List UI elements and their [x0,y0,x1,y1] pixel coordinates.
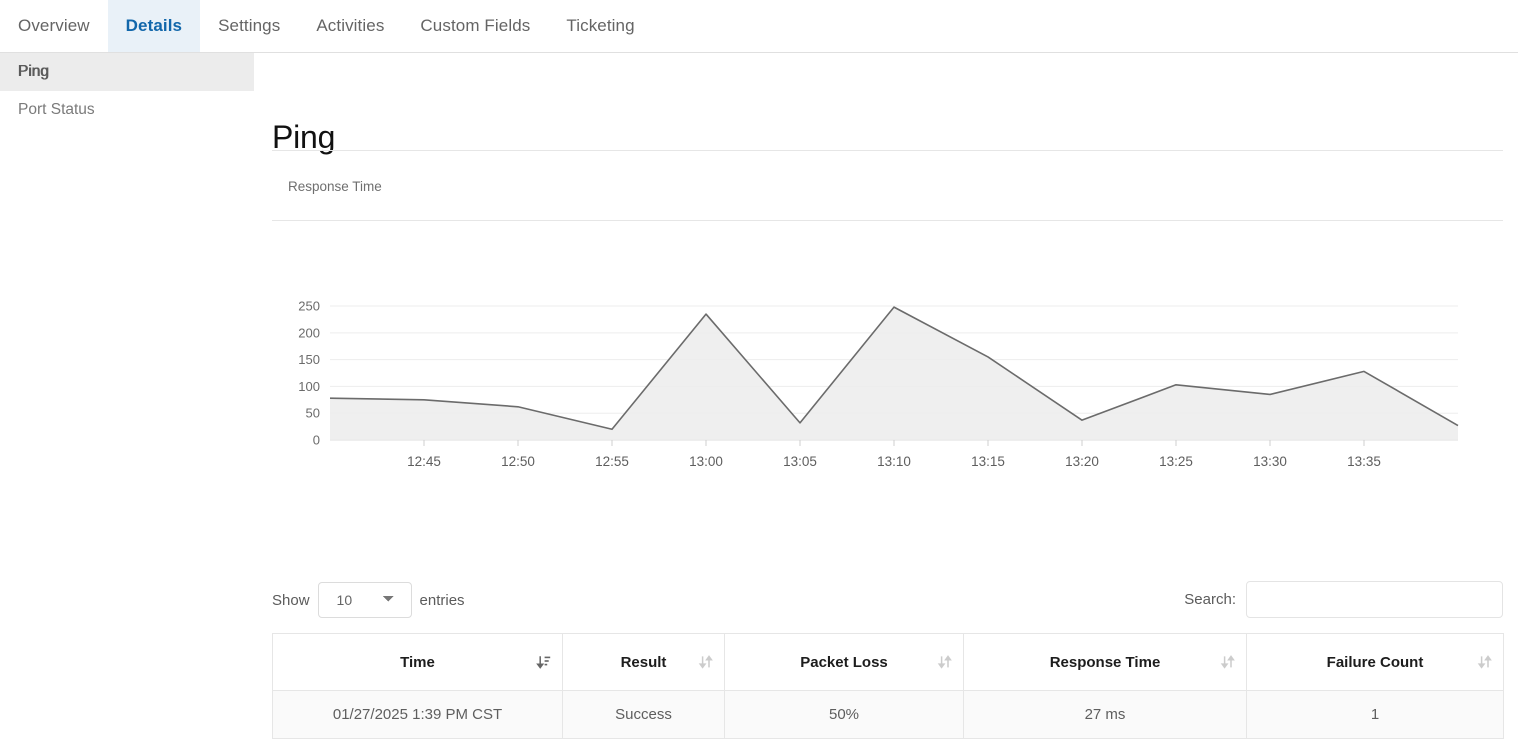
secondary-sidebar: Ping Port Status [0,53,254,746]
chart-x-tick-label: 13:10 [877,454,911,469]
chart-x-tick-label: 12:45 [407,454,441,469]
cell-packet-loss: 50% [725,691,964,739]
chart-x-tick-label: 13:25 [1159,454,1193,469]
chart-x-tick-label: 13:30 [1253,454,1287,469]
sort-none-icon [1220,654,1236,670]
chart-y-tick-label: 200 [298,325,320,340]
cell-response-time: 27 ms [964,691,1247,739]
chart-x-tick-label: 13:00 [689,454,723,469]
chart-x-tick-label: 13:20 [1065,454,1099,469]
table-head: Time Result [273,634,1504,691]
search-label: Search: [1184,591,1236,608]
tab-settings[interactable]: Settings [200,0,298,52]
tab-overview[interactable]: Overview [0,0,108,52]
chart-area-fill [330,307,1458,440]
tab-activities[interactable]: Activities [298,0,402,52]
show-label: Show [272,592,310,609]
sidebar-item-label: Port Status [18,101,95,119]
section-divider [272,220,1503,221]
column-header-label: Time [400,654,435,671]
column-header-label: Result [621,654,667,671]
chart-y-tick-label: 0 [313,433,320,448]
column-header-label: Failure Count [1327,654,1424,671]
entries-length-control: Show 102550100 entries [272,582,465,618]
main-content: Ping Response Time 05010015020025012:451… [254,53,1518,746]
chart-x-tick-label: 12:50 [501,454,535,469]
column-header-packet-loss[interactable]: Packet Loss [725,634,964,691]
chart-y-tick-label: 100 [298,379,320,394]
sidebar-item-label: Ping [18,63,49,81]
table-search-control: Search: [1184,581,1503,618]
sidebar-item-ping[interactable]: Ping [0,53,254,91]
sidebar-item-port-status[interactable]: Port Status [0,91,254,129]
cell-result: Success [563,691,725,739]
search-input[interactable] [1246,581,1503,618]
cell-time: 01/27/2025 1:39 PM CST [273,691,563,739]
primary-tab-bar: Overview Details Settings Activities Cus… [0,0,1518,53]
chart-y-tick-label: 50 [306,406,320,421]
chart-y-tick-label: 250 [298,299,320,314]
title-divider [272,150,1503,151]
chart-x-tick-label: 13:15 [971,454,1005,469]
chart-y-tick-label: 150 [298,352,320,367]
column-header-label: Response Time [1050,654,1161,671]
chart-x-tick-label: 13:35 [1347,454,1381,469]
tab-ticketing[interactable]: Ticketing [548,0,652,52]
entries-label: entries [420,592,465,609]
column-header-result[interactable]: Result [563,634,725,691]
table-row[interactable]: 01/27/2025 1:39 PM CST Success 50% 27 ms… [273,691,1504,739]
response-time-chart-svg: 0 50 100 150 200 250 12:45 12:50 12:55 13:00 13:05… [272,228,1503,493]
sort-none-icon [937,654,953,670]
column-header-failure-count[interactable]: Failure Count [1247,634,1504,691]
response-time-chart: 0 50 100 150 200 250 12:45 12:50 12:55 13:00 13:05… [272,228,1503,493]
tab-custom-fields[interactable]: Custom Fields [402,0,548,52]
column-header-response-time[interactable]: Response Time [964,634,1247,691]
cell-failure-count: 1 [1247,691,1504,739]
chart-x-tick-label: 12:55 [595,454,629,469]
table-body: 01/27/2025 1:39 PM CST Success 50% 27 ms… [273,691,1504,739]
table-header-row: Time Result [273,634,1504,691]
entries-per-page-select[interactable]: 102550100 [318,582,412,618]
sort-desc-icon [536,654,552,670]
sort-none-icon [1477,654,1493,670]
column-header-time[interactable]: Time [273,634,563,691]
sort-none-icon [698,654,714,670]
column-header-label: Packet Loss [800,654,888,671]
chart-x-tick-label: 13:05 [783,454,817,469]
ping-results-table: Time Result [272,633,1504,739]
tab-details[interactable]: Details [108,0,200,52]
chart-section-label: Response Time [288,179,382,194]
